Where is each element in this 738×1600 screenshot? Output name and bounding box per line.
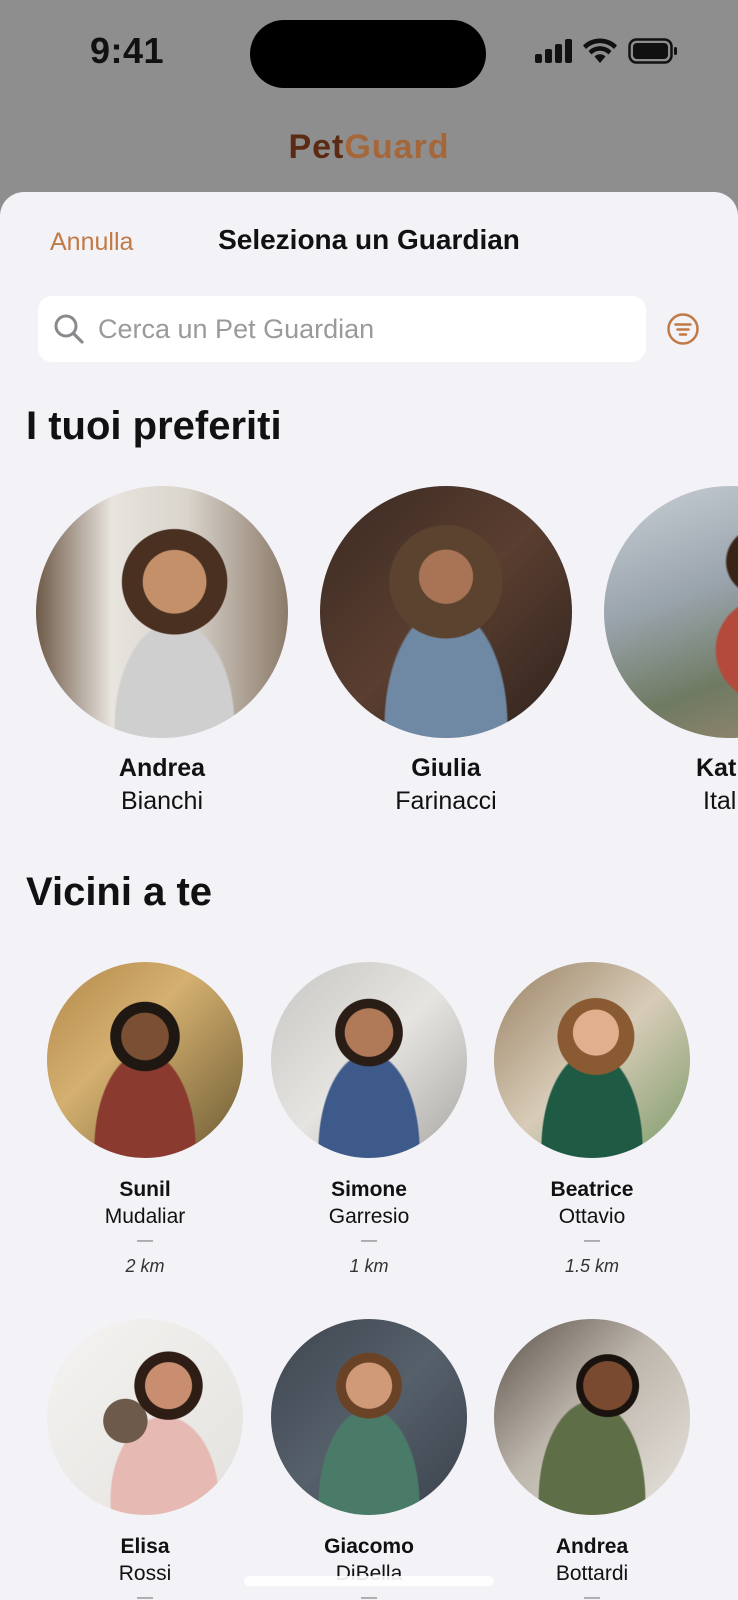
guardian-first-name: Elisa <box>120 1535 170 1558</box>
guardian-first-name: Sunil <box>119 1178 171 1201</box>
avatar <box>494 1319 690 1515</box>
avatar <box>320 486 572 738</box>
nearby-title: Vicini a te <box>26 870 213 914</box>
cancel-button[interactable]: Annulla <box>50 228 133 257</box>
home-indicator[interactable] <box>244 1576 494 1586</box>
guardian-last-name: Itali <box>703 787 738 815</box>
filter-icon <box>667 313 699 345</box>
nearby-guardian-card[interactable]: Simone Garresio — 1 km <box>271 962 467 1277</box>
separator: — <box>361 1589 377 1600</box>
nearby-guardian-card[interactable]: Sunil Mudaliar — 2 km <box>47 962 243 1277</box>
nearby-guardian-card[interactable]: Beatrice Ottavio — 1.5 km <box>494 962 690 1277</box>
guardian-first-name: Kat <box>696 754 737 782</box>
favorites-title: I tuoi preferiti <box>26 404 282 448</box>
app-logo: PetGuard <box>0 128 738 167</box>
favorite-guardian-card[interactable]: Andrea Bianchi <box>36 486 288 816</box>
nearby-guardian-card[interactable]: Elisa Rossi — <box>47 1319 243 1600</box>
avatar <box>271 962 467 1158</box>
guardian-first-name: Giulia <box>411 754 481 782</box>
brand-guard: Guard <box>344 128 450 166</box>
guardian-distance: 1 km <box>349 1256 389 1276</box>
guardian-last-name: Ottavio <box>558 1205 626 1228</box>
sheet-header: Annulla Seleziona un Guardian <box>0 192 738 292</box>
guardian-first-name: Andrea <box>118 754 206 782</box>
dynamic-island <box>250 20 486 88</box>
avatar <box>36 486 288 738</box>
favorites-carousel[interactable]: Andrea Bianchi Giulia Farinacci Kat Ital… <box>0 486 738 816</box>
avatar <box>47 1319 243 1515</box>
separator: — <box>137 1232 153 1249</box>
guardian-last-name: Garresio <box>328 1205 410 1228</box>
guardian-last-name: Bianchi <box>121 787 203 815</box>
guardian-last-name: Bottardi <box>555 1562 629 1585</box>
battery-icon <box>628 38 678 64</box>
avatar <box>494 962 690 1158</box>
status-icons <box>535 38 678 64</box>
separator: — <box>584 1589 600 1600</box>
avatar <box>47 962 243 1158</box>
guardian-last-name: Farinacci <box>395 787 497 815</box>
filter-button[interactable] <box>666 312 700 346</box>
favorite-guardian-card[interactable]: Kat Itali <box>604 486 738 816</box>
status-bar: 9:41 <box>0 0 738 110</box>
search-row <box>38 296 700 364</box>
avatar <box>604 486 738 738</box>
guardian-first-name: Andrea <box>555 1535 629 1558</box>
signal-icon <box>535 39 572 63</box>
wifi-icon <box>582 38 618 64</box>
status-time: 9:41 <box>90 30 165 71</box>
search-icon <box>52 312 86 346</box>
separator: — <box>584 1232 600 1249</box>
nearby-guardian-card[interactable]: Andrea Bottardi — <box>494 1319 690 1600</box>
search-input[interactable] <box>96 312 620 346</box>
nearby-guardian-card[interactable]: Giacomo DiBella — <box>271 1319 467 1600</box>
separator: — <box>137 1589 153 1600</box>
guardian-last-name: Rossi <box>118 1562 172 1585</box>
brand-pet: Pet <box>288 128 345 166</box>
search-box[interactable] <box>38 296 646 362</box>
favorite-guardian-card[interactable]: Giulia Farinacci <box>320 486 572 816</box>
separator: — <box>361 1232 377 1249</box>
guardian-distance: 2 km <box>125 1256 165 1276</box>
avatar <box>271 1319 467 1515</box>
guardian-first-name: Beatrice <box>550 1178 634 1201</box>
guardian-distance: 1.5 km <box>564 1256 620 1276</box>
guardian-first-name: Giacomo <box>324 1535 414 1558</box>
guardian-first-name: Simone <box>331 1178 407 1201</box>
guardian-picker-sheet: Annulla Seleziona un Guardian I tuoi pre… <box>0 192 738 1600</box>
guardian-last-name: Mudaliar <box>104 1205 186 1228</box>
